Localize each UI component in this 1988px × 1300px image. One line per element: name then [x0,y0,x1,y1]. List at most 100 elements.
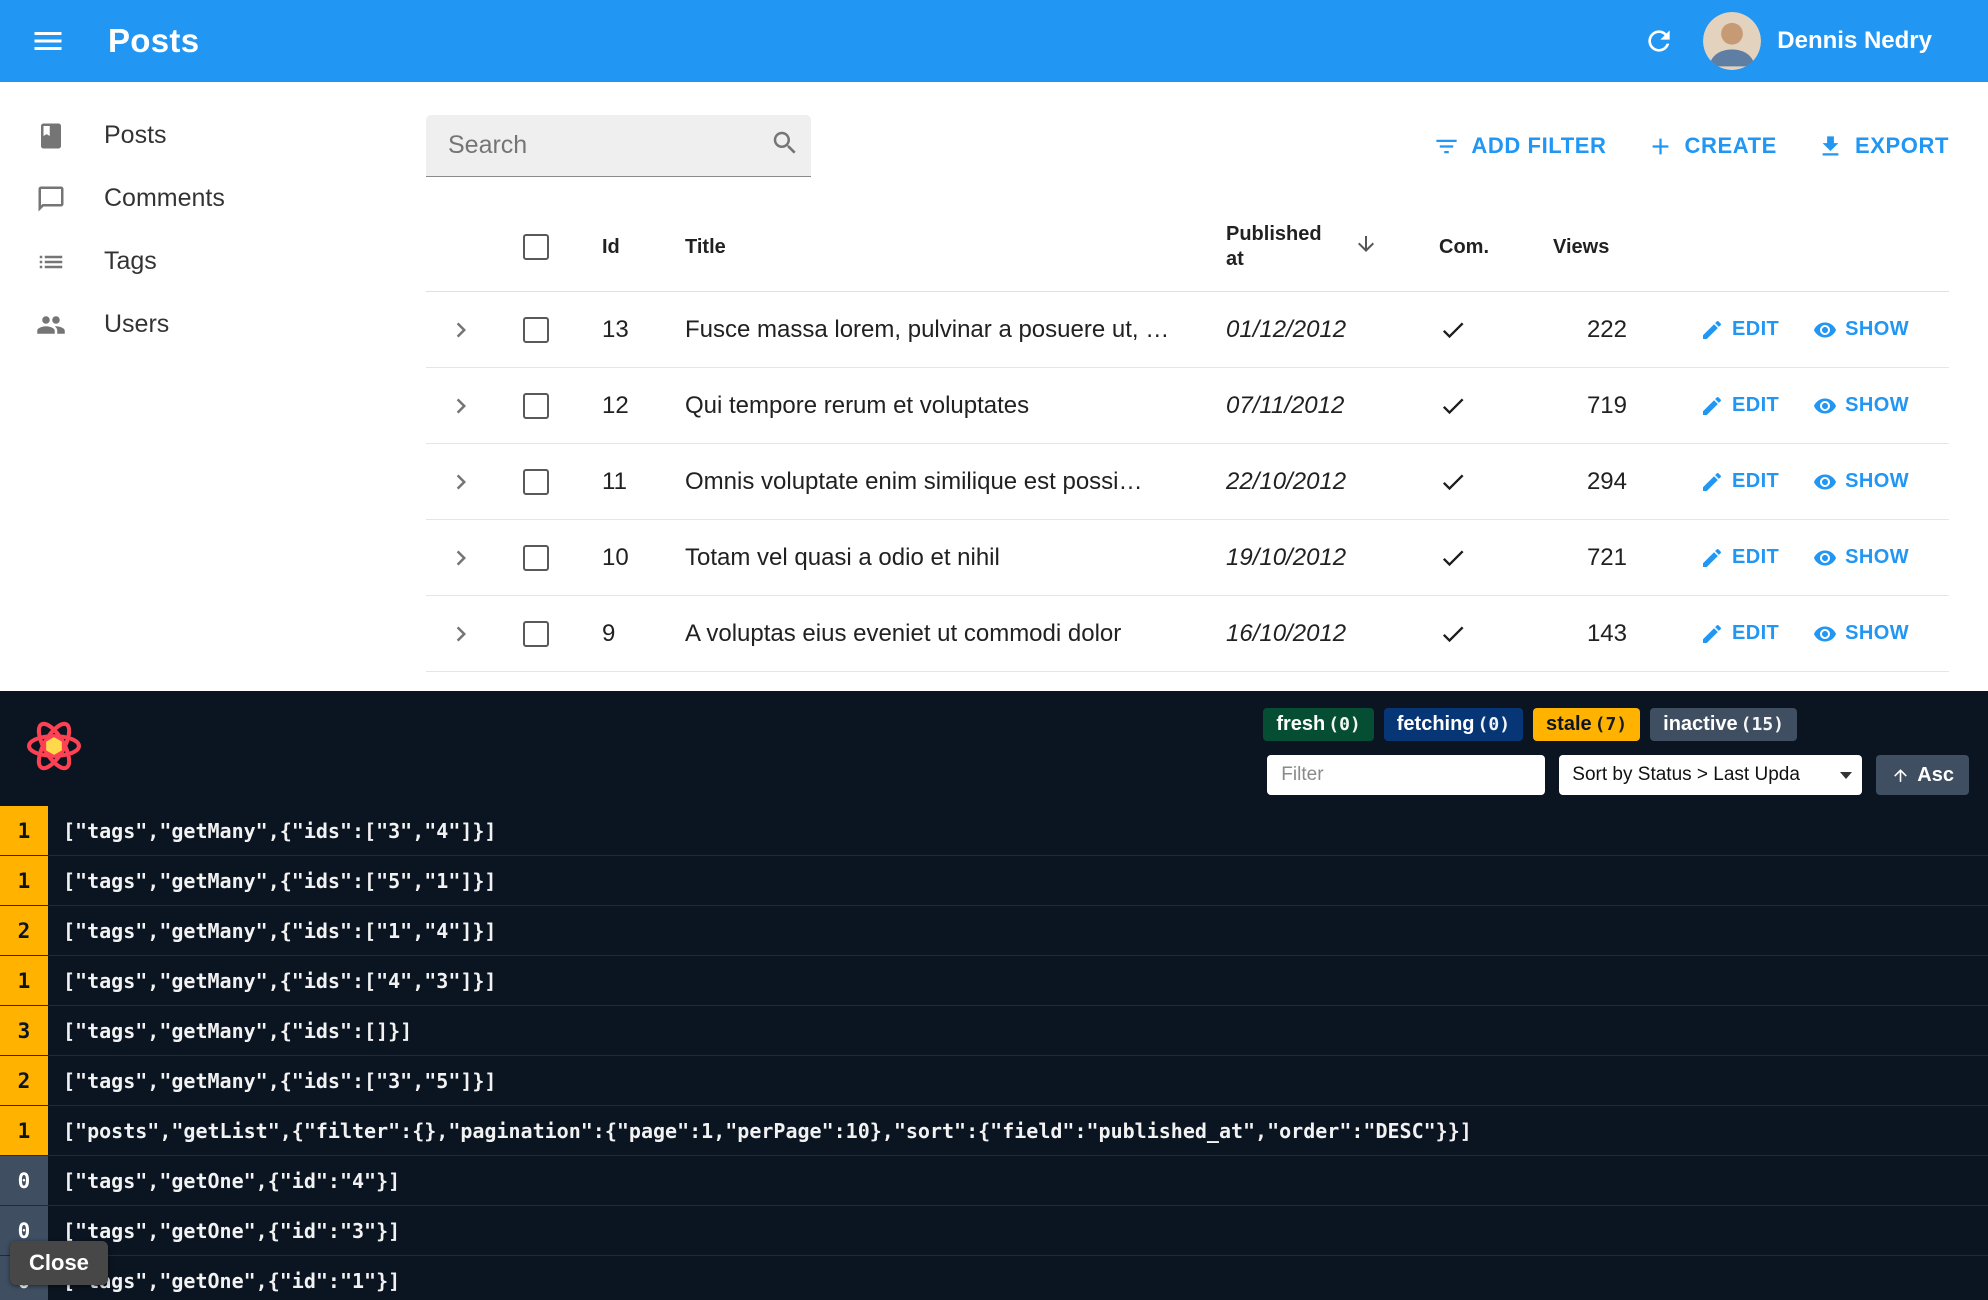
query-row[interactable]: 0 ["tags","getOne",{"id":"1"}] [0,1256,1988,1300]
observer-count-badge: 1 [0,856,48,905]
query-row[interactable]: 3 ["tags","getMany",{"ids":[]}] [0,1006,1988,1056]
plus-icon [1652,138,1668,154]
query-row[interactable]: 0 ["tags","getOne",{"id":"4"}] [0,1156,1988,1206]
devtools-close-button[interactable]: Close [10,1241,108,1285]
sort-desc-icon[interactable] [1354,232,1378,262]
status-badge-inactive[interactable]: inactive (15) [1650,708,1797,741]
show-button[interactable]: SHOW [1813,622,1909,646]
query-row[interactable]: 2 ["tags","getMany",{"ids":["1","4"]}] [0,906,1988,956]
react-query-logo-icon [25,717,83,775]
status-badge-stale[interactable]: stale (7) [1533,708,1641,741]
sidebar-item-comments[interactable]: Comments [0,167,426,230]
observer-count-badge: 1 [0,1106,48,1155]
edit-button[interactable]: EDIT [1700,394,1779,418]
search-input[interactable] [448,131,770,160]
row-checkbox[interactable] [523,620,549,647]
header-published-at[interactable]: Published at [1216,222,1426,272]
cell-title: Totam vel quasi a odio et nihil [685,543,1000,571]
show-button[interactable]: SHOW [1813,394,1909,418]
table-row[interactable]: 13 Fusce massa lorem, pulvinar a posuere… [426,292,1949,368]
list-icon [36,247,66,277]
book-icon [36,121,66,151]
sidebar-item-tags[interactable]: Tags [0,230,426,293]
table-header-row: Id Title Published at Com. Views [426,203,1949,292]
query-key: ["tags","getMany",{"ids":["4","3"]}] [63,968,497,993]
observer-count-badge: 3 [0,1006,48,1055]
status-badge-fresh[interactable]: fresh (0) [1263,708,1374,741]
commentable-check-icon [1426,316,1536,344]
status-badge-fetching[interactable]: fetching (0) [1383,708,1524,741]
add-filter-button[interactable]: ADD FILTER [1433,133,1606,160]
edit-button[interactable]: EDIT [1700,470,1779,494]
commentable-check-icon [1426,392,1536,420]
expand-row-icon[interactable] [426,619,496,649]
query-list: 1 ["tags","getMany",{"ids":["3","4"]}] 1… [0,806,1988,1300]
row-checkbox[interactable] [523,392,549,419]
expand-row-icon[interactable] [426,391,496,421]
sidebar-item-users[interactable]: Users [0,293,426,356]
devtools-controls: Sort by Status > Last Upda Asc [1267,755,1969,795]
table-row[interactable]: 11 Omnis voluptate enim similique est po… [426,444,1949,520]
select-all-checkbox[interactable] [523,234,549,260]
query-row[interactable]: 0 ["tags","getOne",{"id":"3"}] [0,1206,1988,1256]
header-commentable[interactable]: Com. [1426,236,1536,259]
table-row[interactable]: 12 Qui tempore rerum et voluptates 07/11… [426,368,1949,444]
eye-icon [1814,474,1837,489]
edit-button[interactable]: EDIT [1700,546,1779,570]
create-button[interactable]: CREATE [1647,133,1777,160]
sidebar-item-posts[interactable]: Posts [0,104,426,167]
page-title: Posts [108,22,200,59]
query-row[interactable]: 1 ["posts","getList",{"filter":{},"pagin… [0,1106,1988,1156]
query-key: ["tags","getMany",{"ids":["3","5"]}] [63,1068,497,1093]
devtools-filter-input[interactable] [1267,755,1546,795]
posts-table: Id Title Published at Com. Views 13 Fusc… [426,203,1949,691]
query-row[interactable]: 1 ["tags","getMany",{"ids":["3","4"]}] [0,806,1988,856]
search-field[interactable] [426,115,811,177]
eye-icon [1814,322,1837,337]
sort-direction-button[interactable]: Asc [1876,755,1969,795]
expand-row-icon[interactable] [426,543,496,573]
show-button[interactable]: SHOW [1813,546,1909,570]
query-row[interactable]: 1 ["tags","getMany",{"ids":["4","3"]}] [0,956,1988,1006]
menu-icon[interactable] [30,23,66,59]
expand-row-icon[interactable] [426,315,496,345]
export-button[interactable]: EXPORT [1817,133,1949,160]
row-checkbox[interactable] [523,316,549,343]
cell-published-at: 01/12/2012 [1226,315,1347,343]
filter-icon [1436,139,1457,153]
row-checkbox[interactable] [523,468,549,495]
pencil-icon [1703,472,1722,491]
table-row[interactable]: 9 A voluptas eius eveniet ut commodi dol… [426,596,1949,672]
pencil-icon [1703,624,1722,643]
avatar[interactable] [1703,12,1762,70]
pencil-icon [1703,548,1722,567]
sort-select[interactable]: Sort by Status > Last Upda [1559,755,1863,795]
header-title[interactable]: Title [666,236,1216,259]
show-button[interactable]: SHOW [1813,470,1909,494]
header-id[interactable]: Id [576,236,666,259]
query-status-badges: fresh (0) fetching (0) stale (7) inactive (1… [1263,708,1797,741]
query-row[interactable]: 2 ["tags","getMany",{"ids":["3","5"]}] [0,1056,1988,1106]
expand-row-icon[interactable] [426,467,496,497]
commentable-check-icon [1426,544,1536,572]
cell-published-at: 22/10/2012 [1226,467,1347,495]
observer-count-badge: 2 [0,906,48,955]
eye-icon [1814,398,1837,413]
query-row[interactable]: 1 ["tags","getMany",{"ids":["5","1"]}] [0,856,1988,906]
edit-button[interactable]: EDIT [1700,318,1779,342]
cell-id: 11 [602,467,627,495]
chevron-down-icon [1840,772,1853,779]
cell-views: 719 [1586,391,1627,419]
edit-button[interactable]: EDIT [1700,622,1779,646]
pencil-icon [1703,320,1722,339]
show-button[interactable]: SHOW [1813,318,1909,342]
table-row[interactable]: 10 Totam vel quasi a odio et nihil 19/10… [426,520,1949,596]
row-checkbox[interactable] [523,544,549,571]
observer-count-badge: 0 [0,1156,48,1205]
toolbar-actions: ADD FILTER CREATE EXPORT [1433,133,1949,160]
cell-id: 10 [602,543,629,571]
cell-views: 143 [1586,619,1627,647]
pencil-icon [1703,396,1722,415]
refresh-icon[interactable] [1643,25,1675,57]
header-views[interactable]: Views [1536,236,1676,259]
